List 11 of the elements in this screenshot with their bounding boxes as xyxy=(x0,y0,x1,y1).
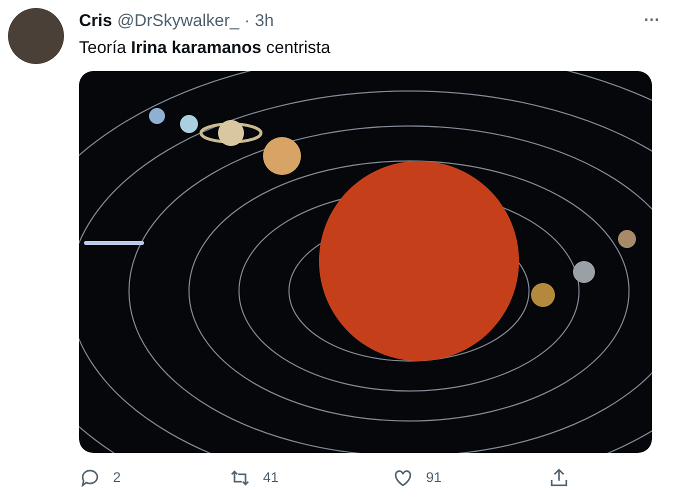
solar-system-drawing[interactable] xyxy=(79,70,652,452)
author-handle[interactable]: @DrSkywalker_ xyxy=(117,8,240,34)
like-count: 91 xyxy=(426,468,442,487)
author-name[interactable]: Cris xyxy=(79,8,112,34)
share-icon[interactable] xyxy=(548,466,570,488)
reply-count: 2 xyxy=(113,468,121,487)
separator: · xyxy=(244,10,250,32)
retweet-count: 41 xyxy=(263,468,279,487)
tweet-text: Teoría Irina karamanos centrista xyxy=(79,37,332,59)
more-button[interactable]: ··· xyxy=(644,9,660,33)
timestamp[interactable]: 3h xyxy=(254,8,274,34)
